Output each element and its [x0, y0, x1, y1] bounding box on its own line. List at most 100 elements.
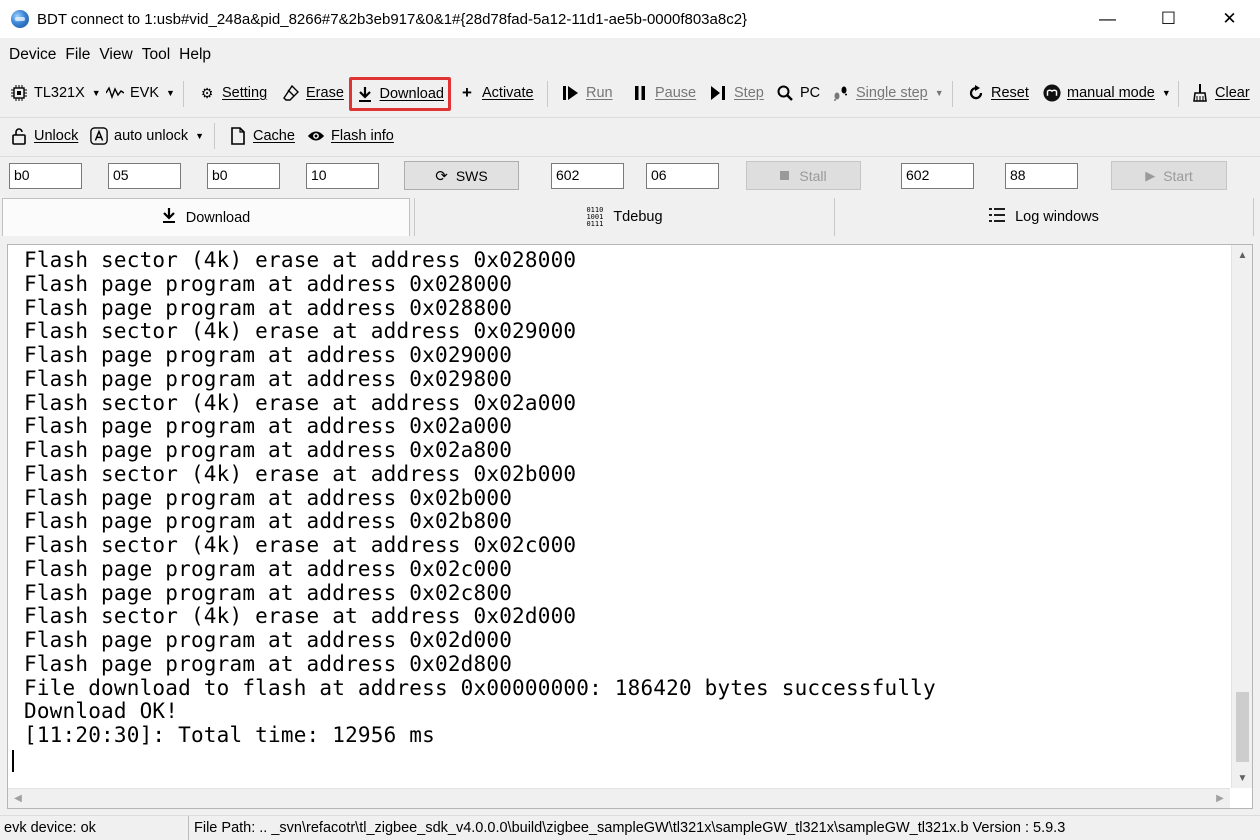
erase-button[interactable]: Erase — [278, 77, 348, 109]
tab-log-windows-label: Log windows — [1015, 209, 1099, 225]
scroll-left-icon[interactable]: ◀ — [8, 789, 28, 808]
status-bar: evk device: ok File Path: .. _svn\refaco… — [0, 815, 1260, 840]
register-input-4[interactable]: 10 — [306, 163, 379, 189]
single-step-dropdown[interactable]: Single step ▼ — [828, 77, 948, 109]
register-input-2[interactable]: 05 — [108, 163, 181, 189]
log-line: Flash sector (4k) erase at address 0x02c… — [24, 533, 577, 557]
log-line: Flash page program at address 0x02b800 — [24, 509, 513, 534]
toolbar-divider — [183, 81, 184, 107]
download-label: Download — [379, 86, 445, 102]
maximize-button[interactable]: ☐ — [1138, 0, 1199, 38]
tab-tdebug[interactable]: 0110 1001 0111 Tdebug — [414, 198, 835, 236]
file-path-status: File Path: .. _svn\refacotr\tl_zigbee_sd… — [194, 820, 1066, 836]
cache-button[interactable]: Cache — [225, 120, 299, 152]
start-button[interactable]: ▶ Start — [1111, 161, 1227, 190]
register-input-5[interactable]: 602 — [551, 163, 624, 189]
reset-button[interactable]: Reset — [963, 77, 1033, 109]
pause-button[interactable]: Pause — [627, 77, 700, 109]
log-line: Flash page program at address 0x02c800 — [24, 580, 513, 605]
menu-help[interactable]: Help — [179, 46, 211, 64]
board-select-button[interactable]: EVK ▼ — [102, 77, 179, 109]
setting-button[interactable]: ⚙ Setting — [194, 77, 271, 109]
sws-label: SWS — [455, 167, 488, 184]
clear-button[interactable]: Clear — [1187, 77, 1254, 109]
run-button[interactable]: Run — [558, 77, 617, 109]
menu-file[interactable]: File — [65, 46, 90, 64]
scroll-thumb[interactable] — [1236, 692, 1249, 762]
reset-label: Reset — [991, 85, 1029, 101]
refresh-icon: ⟳ — [435, 167, 448, 185]
toolbar-divider — [952, 81, 953, 107]
register-input-6[interactable]: 06 — [646, 163, 719, 189]
tab-download-label: Download — [185, 209, 251, 226]
toolbar-divider — [1178, 81, 1179, 107]
scroll-right-icon[interactable]: ▶ — [1210, 789, 1230, 808]
log-line: Download OK! — [24, 699, 179, 724]
stall-label: Stall — [799, 167, 827, 184]
erase-label: Erase — [306, 85, 344, 101]
minimize-button[interactable]: — — [1077, 0, 1138, 38]
unlock-icon — [10, 127, 28, 145]
activate-button[interactable]: + Activate — [454, 77, 538, 109]
chip-label: TL321X — [34, 85, 85, 101]
flash-info-button[interactable]: Flash info — [303, 120, 398, 152]
log-line: Flash page program at address 0x028000 — [24, 271, 513, 296]
log-line: Flash sector (4k) erase at address 0x02d… — [24, 604, 577, 629]
auto-a-icon — [90, 127, 108, 145]
scroll-down-icon[interactable]: ▼ — [1232, 768, 1253, 788]
scroll-up-icon[interactable]: ▲ — [1232, 245, 1253, 265]
log-output[interactable]: Flash sector (4k) erase at address 0x028… — [8, 245, 1230, 788]
register-input-3[interactable]: b0 — [207, 163, 280, 189]
tab-download[interactable]: Download — [2, 198, 410, 236]
vertical-scrollbar[interactable]: ▲ ▼ — [1231, 245, 1252, 788]
menu-bar: Device File View Tool Help — [0, 40, 1260, 70]
manual-mode-label: manual mode — [1067, 85, 1155, 101]
binary-icon: 0110 1001 0111 — [586, 205, 604, 228]
view-tabs: Download 0110 1001 0111 Tdebug Log windows — [0, 196, 1260, 238]
menu-tool[interactable]: Tool — [142, 46, 170, 64]
secondary-toolbar: Unlock auto unlock ▼ Cache Flash info — [0, 117, 1260, 153]
pause-icon — [631, 84, 649, 102]
horizontal-scrollbar[interactable]: ◀ ▶ — [8, 788, 1230, 808]
log-line: Flash page program at address 0x02d800 — [24, 651, 513, 676]
chevron-down-icon: ▼ — [934, 88, 944, 98]
step-button[interactable]: Step — [706, 77, 768, 109]
list-icon — [989, 207, 1006, 227]
waveform-icon — [106, 84, 124, 102]
register-row: b0 05 b0 10 ⟳ SWS 602 06 Stall 602 88 ▶ … — [0, 156, 1260, 194]
log-line: Flash page program at address 0x029800 — [24, 366, 513, 391]
register-input-8[interactable]: 88 — [1005, 163, 1078, 189]
menu-device[interactable]: Device — [9, 46, 56, 64]
flash-info-label: Flash info — [331, 128, 394, 144]
unlock-button[interactable]: Unlock — [6, 120, 82, 152]
download-button[interactable]: Download — [349, 77, 451, 111]
log-line: Flash sector (4k) erase at address 0x028… — [24, 248, 577, 272]
main-toolbar: TL321X ▼ EVK ▼ ⚙ Setting Erase Download … — [0, 73, 1260, 113]
close-button[interactable]: ✕ — [1199, 0, 1260, 38]
log-line: Flash sector (4k) erase at address 0x02a… — [24, 390, 577, 415]
log-line: Flash page program at address 0x02a000 — [24, 414, 513, 439]
menu-view[interactable]: View — [99, 46, 132, 64]
tab-log-windows[interactable]: Log windows — [835, 198, 1254, 236]
run-icon — [562, 84, 580, 102]
register-input-7[interactable]: 602 — [901, 163, 974, 189]
log-panel[interactable]: Flash sector (4k) erase at address 0x028… — [7, 244, 1253, 809]
stall-button[interactable]: Stall — [746, 161, 861, 190]
auto-unlock-dropdown[interactable]: auto unlock ▼ — [86, 120, 208, 152]
pc-button[interactable]: PC — [772, 77, 824, 109]
search-icon — [776, 84, 794, 102]
gear-icon: ⚙ — [200, 84, 214, 101]
chip-select-button[interactable]: TL321X ▼ — [6, 77, 105, 109]
chevron-down-icon: ▼ — [91, 88, 101, 98]
register-input-1[interactable]: b0 — [9, 163, 82, 189]
log-line: Flash sector (4k) erase at address 0x029… — [24, 319, 577, 344]
document-icon — [229, 127, 247, 145]
log-line: File download to flash at address 0x0000… — [24, 675, 936, 700]
device-status: evk device: ok — [0, 815, 189, 840]
log-line: Flash page program at address 0x02a800 — [24, 438, 513, 462]
sws-button[interactable]: ⟳ SWS — [404, 161, 519, 190]
auto-unlock-label: auto unlock — [114, 128, 189, 144]
log-line: Flash page program at address 0x028800 — [24, 295, 513, 320]
chevron-down-icon: ▼ — [195, 131, 205, 141]
manual-mode-dropdown[interactable]: manual mode ▼ — [1039, 77, 1175, 109]
